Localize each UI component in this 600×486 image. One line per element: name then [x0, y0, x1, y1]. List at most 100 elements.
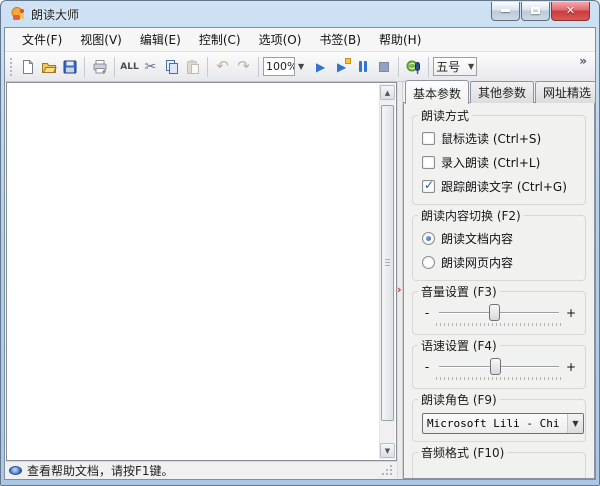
play-button[interactable]: ▶ [310, 56, 331, 78]
print-button[interactable] [89, 56, 110, 78]
radio-read-document-label: 朗读文档内容 [441, 232, 514, 246]
tab-url-favorites[interactable]: 网址精选 [535, 81, 595, 103]
resize-grip[interactable] [382, 465, 393, 476]
scroll-down-button[interactable]: ▼ [380, 443, 395, 458]
menu-view[interactable]: 视图(V) [71, 28, 131, 51]
scroll-up-button[interactable]: ▲ [380, 85, 395, 100]
pause-icon [358, 61, 367, 72]
new-document-icon [22, 59, 33, 74]
app-window: 朗读大师 ✕ 文件(F) 视图(V) 编辑(E) 控制(C) 选项(O) 书签(… [0, 0, 600, 486]
checkbox-row-track-text[interactable]: ✓ 跟踪朗读文字 (Ctrl+G) [422, 178, 576, 195]
speed-slider[interactable] [437, 358, 561, 376]
toolbar-grip[interactable] [10, 57, 13, 76]
panel-tabs: 基本参数 其他参数 网址精选 [403, 80, 595, 104]
radio-read-webpage[interactable] [422, 256, 435, 269]
paste-button[interactable] [182, 56, 203, 78]
voice-role-dropdown[interactable]: Microsoft Lili - Chi ▼ [422, 413, 584, 434]
volume-slider-thumb[interactable] [489, 304, 501, 321]
close-button[interactable]: ✕ [551, 1, 590, 21]
copy-button[interactable] [161, 56, 182, 78]
speed-plus-label: + [566, 360, 577, 374]
titlebar[interactable]: 朗读大师 ✕ [4, 1, 596, 27]
group-reading-mode-title: 朗读方式 [418, 107, 473, 124]
speed-minus-label: - [424, 360, 430, 374]
checkbox-typing-read[interactable] [422, 156, 435, 169]
redo-button[interactable]: ↷ [233, 56, 254, 78]
group-voice-role: 朗读角色 (F9) Microsoft Lili - Chi ▼ [412, 391, 586, 442]
toolbar-overflow-button[interactable]: » [575, 54, 591, 68]
voice-role-dropdown-arrow[interactable]: ▼ [567, 414, 583, 433]
select-all-button[interactable]: ALL [119, 56, 140, 78]
pause-button[interactable] [352, 56, 373, 78]
group-volume: 音量设置 (F3) - + [412, 283, 586, 335]
menu-control[interactable]: 控制(C) [190, 28, 250, 51]
select-all-label: ALL [120, 61, 139, 72]
splitter-collapse-icon[interactable]: › [397, 284, 402, 295]
cut-button[interactable]: ✂ [140, 56, 161, 78]
checkbox-row-mouse-read[interactable]: 鼠标选读 (Ctrl+S) [422, 130, 576, 147]
toolbar-separator [114, 56, 115, 77]
undo-button[interactable]: ↶ [212, 56, 233, 78]
toolbar-separator [258, 56, 259, 77]
menu-options[interactable]: 选项(O) [250, 28, 311, 51]
checkbox-track-text[interactable]: ✓ [422, 178, 435, 193]
main-content: ▲ ▼ 查看帮助文档，请按F1键。 › 基本参数 其他参数 网址精选 朗读方式 … [5, 80, 595, 479]
speed-slider-thumb[interactable] [490, 358, 502, 375]
voice-role-value: Microsoft Lili - Chi [427, 417, 560, 430]
checkbox-mouse-read[interactable] [422, 132, 435, 145]
document-editor[interactable]: ▲ ▼ [6, 82, 397, 461]
menu-file[interactable]: 文件(F) [13, 28, 71, 51]
font-size-value: 五号 [436, 60, 461, 74]
volume-plus-label: + [566, 306, 577, 320]
checkbox-row-typing-read[interactable]: 录入朗读 (Ctrl+L) [422, 154, 576, 171]
toolbar: ALL ✂ ↶ ↷ 100% ▼ ▶ ▶ 五号 ▼ » [5, 52, 595, 82]
group-audio-format: 音频格式 (F10) [412, 444, 586, 478]
status-message: 查看帮助文档，请按F1键。 [27, 464, 174, 478]
scrollbar-thumb[interactable] [381, 105, 394, 421]
group-speed: 语速设置 (F4) - + [412, 337, 586, 389]
maximize-button[interactable] [521, 1, 550, 21]
group-reading-mode: 朗读方式 鼠标选读 (Ctrl+S) 录入朗读 (Ctrl+L) ✓ 跟踪朗读文… [412, 107, 586, 205]
font-size-combobox[interactable]: 五号 ▼ [433, 57, 478, 76]
volume-slider-ticks [436, 323, 562, 327]
radio-read-webpage-label: 朗读网页内容 [441, 256, 514, 270]
editor-vertical-scrollbar[interactable]: ▲ ▼ [379, 84, 395, 459]
open-button[interactable] [38, 56, 59, 78]
radio-row-read-document[interactable]: 朗读文档内容 [422, 230, 576, 247]
editor-column: ▲ ▼ 查看帮助文档，请按F1键。 [5, 82, 397, 479]
app-icon [11, 7, 24, 20]
scroll-up-icon: ▲ [384, 88, 391, 97]
window-title: 朗读大师 [31, 7, 80, 22]
radio-read-document[interactable] [422, 232, 435, 245]
scroll-down-icon: ▼ [384, 446, 391, 455]
menu-help[interactable]: 帮助(H) [370, 28, 430, 51]
font-size-dropdown-arrow: ▼ [468, 62, 475, 71]
zoom-dropdown-arrow[interactable]: ▼ [298, 62, 304, 71]
play-continue-button[interactable]: ▶ [331, 56, 352, 78]
voice-settings-button[interactable] [403, 56, 424, 78]
menubar: 文件(F) 视图(V) 编辑(E) 控制(C) 选项(O) 书签(B) 帮助(H… [5, 28, 595, 52]
redo-icon: ↷ [237, 57, 250, 75]
menu-bookmarks[interactable]: 书签(B) [310, 28, 370, 51]
copy-icon [165, 59, 178, 74]
speed-slider-ticks [436, 377, 562, 381]
tab-basic-params[interactable]: 基本参数 [405, 80, 470, 104]
open-folder-icon [41, 62, 57, 73]
radio-row-read-webpage[interactable]: 朗读网页内容 [422, 254, 576, 271]
zoom-combobox[interactable]: 100% [263, 57, 295, 76]
volume-slider[interactable] [437, 304, 561, 322]
toolbar-separator [398, 56, 400, 77]
save-button[interactable] [59, 56, 80, 78]
checkmark-icon: ✓ [424, 178, 435, 192]
menu-edit[interactable]: 编辑(E) [131, 28, 190, 51]
minimize-icon [501, 9, 510, 12]
maximize-icon [531, 7, 540, 14]
paste-icon [186, 59, 199, 74]
undo-icon: ↶ [216, 57, 229, 75]
stop-button[interactable] [373, 56, 394, 78]
minimize-button[interactable] [491, 1, 520, 21]
new-document-button[interactable] [17, 56, 38, 78]
tab-other-params[interactable]: 其他参数 [470, 81, 535, 103]
group-voice-role-title: 朗读角色 (F9) [418, 391, 500, 408]
toolbar-separator [84, 56, 85, 77]
